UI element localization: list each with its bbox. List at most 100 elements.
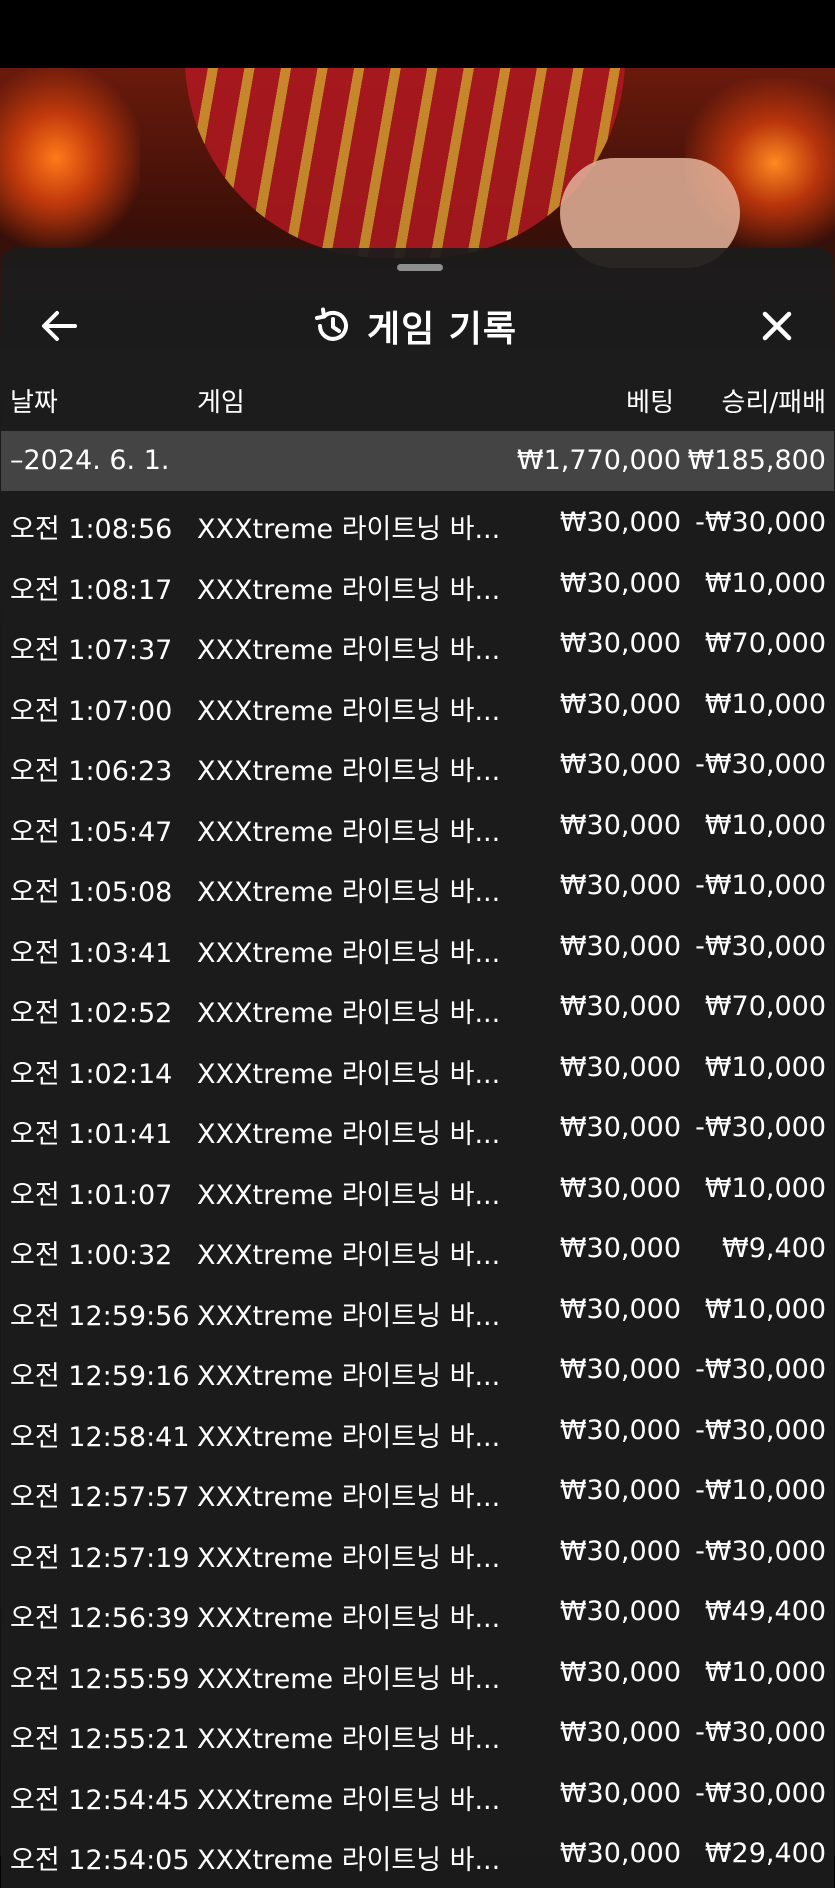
row-bet: ₩30,000 <box>559 1656 681 1688</box>
row-time: 오전 1:03:41 <box>10 937 173 969</box>
date-summary-row[interactable]: –2024. 6. 1. ₩1,770,000 ₩185,800 <box>1 431 834 491</box>
row-bet: ₩30,000 <box>559 809 681 841</box>
table-row[interactable]: 오전 1:01:07 XXXtreme 라이트닝 바... ₩30,000 ₩10,0… <box>1 1160 834 1221</box>
table-row[interactable]: 오전 12:58:41 XXXtreme 라이트닝 바... ₩30,000 -₩30… <box>1 1402 834 1463</box>
column-header-bet: 베팅 <box>626 388 674 418</box>
row-bet: ₩30,000 <box>559 930 681 962</box>
row-game: XXXtreme 라이트닝 바... <box>197 1240 501 1271</box>
row-game: XXXtreme 라이트닝 바... <box>197 1361 501 1392</box>
row-game: XXXtreme 라이트닝 바... <box>197 1300 501 1332</box>
drag-handle[interactable] <box>397 264 443 271</box>
row-game: XXXtreme 라이트닝 바... <box>197 635 501 666</box>
row-bet: ₩30,000 <box>559 1112 681 1143</box>
row-bet: ₩30,000 <box>559 1414 681 1446</box>
row-time: 오전 12:59:16 <box>10 1361 190 1392</box>
row-time: 오전 1:00:32 <box>10 1240 173 1271</box>
row-time: 오전 1:05:08 <box>10 877 173 908</box>
dealer-image <box>185 68 625 258</box>
row-time: 오전 1:07:37 <box>10 635 173 666</box>
history-list: 오전 1:08:56 XXXtreme 라이트닝 바... ₩30,000 -₩30,… <box>1 494 834 1886</box>
row-bet: ₩30,000 <box>559 1293 681 1325</box>
title-group: 게임 기록 <box>311 302 517 350</box>
table-row[interactable]: 오전 12:55:59 XXXtreme 라이트닝 바... ₩30,000 ₩10,… <box>1 1644 834 1705</box>
table-row[interactable]: 오전 1:02:14 XXXtreme 라이트닝 바... ₩30,000 ₩10,0… <box>1 1039 834 1100</box>
row-game: XXXtreme 라이트닝 바... <box>197 1421 501 1453</box>
table-row[interactable]: 오전 1:08:17 XXXtreme 라이트닝 바... ₩30,000 ₩10,0… <box>1 555 834 616</box>
table-row[interactable]: 오전 1:08:56 XXXtreme 라이트닝 바... ₩30,000 -₩30,… <box>1 494 834 555</box>
row-game: XXXtreme 라이트닝 바... <box>197 1784 501 1816</box>
row-game: XXXtreme 라이트닝 바... <box>197 877 501 908</box>
row-time: 오전 1:01:41 <box>10 1119 173 1150</box>
row-time: 오전 12:54:05 <box>10 1845 190 1876</box>
row-game: XXXtreme 라이트닝 바... <box>197 1119 501 1150</box>
row-game: XXXtreme 라이트닝 바... <box>197 937 501 969</box>
table-row[interactable]: 오전 12:57:57 XXXtreme 라이트닝 바... ₩30,000 -₩10… <box>1 1462 834 1523</box>
row-result: ₩70,000 <box>704 628 826 659</box>
row-bet: ₩30,000 <box>559 1051 681 1083</box>
table-row[interactable]: 오전 12:56:39 XXXtreme 라이트닝 바... ₩30,000 ₩49,… <box>1 1583 834 1644</box>
row-result: -₩30,000 <box>695 1354 826 1385</box>
row-time: 오전 1:05:47 <box>10 816 173 848</box>
row-bet: ₩30,000 <box>559 507 681 538</box>
row-time: 오전 1:02:52 <box>10 998 173 1029</box>
row-result: ₩10,000 <box>704 1172 826 1204</box>
row-result: ₩10,000 <box>704 567 826 599</box>
row-time: 오전 12:57:19 <box>10 1542 190 1574</box>
row-game: XXXtreme 라이트닝 바... <box>197 1724 501 1755</box>
row-game: XXXtreme 라이트닝 바... <box>197 998 501 1029</box>
row-game: XXXtreme 라이트닝 바... <box>197 1542 501 1574</box>
row-time: 오전 1:08:56 <box>10 514 173 545</box>
table-row[interactable]: 오전 1:07:00 XXXtreme 라이트닝 바... ₩30,000 ₩10,0… <box>1 676 834 737</box>
table-row[interactable]: 오전 12:59:16 XXXtreme 라이트닝 바... ₩30,000 -₩30… <box>1 1341 834 1402</box>
row-bet: ₩30,000 <box>559 688 681 720</box>
row-bet: ₩30,000 <box>559 567 681 599</box>
table-row[interactable]: 오전 1:00:32 XXXtreme 라이트닝 바... ₩30,000 ₩9,40… <box>1 1220 834 1281</box>
row-time: 오전 12:58:41 <box>10 1421 190 1453</box>
row-time: 오전 1:01:07 <box>10 1179 173 1211</box>
table-row[interactable]: 오전 1:03:41 XXXtreme 라이트닝 바... ₩30,000 -₩30,… <box>1 918 834 979</box>
table-row[interactable]: 오전 12:54:05 XXXtreme 라이트닝 바... ₩30,000 ₩29,… <box>1 1825 834 1886</box>
back-button[interactable] <box>35 302 83 350</box>
row-time: 오전 1:02:14 <box>10 1058 173 1090</box>
table-row[interactable]: 오전 1:07:37 XXXtreme 라이트닝 바... ₩30,000 ₩70,0… <box>1 615 834 676</box>
row-bet: ₩30,000 <box>559 1717 681 1748</box>
table-row[interactable]: 오전 12:55:21 XXXtreme 라이트닝 바... ₩30,000 -₩30… <box>1 1704 834 1765</box>
table-row[interactable]: 오전 12:59:56 XXXtreme 라이트닝 바... ₩30,000 ₩10,… <box>1 1281 834 1342</box>
row-time: 오전 12:56:39 <box>10 1603 190 1634</box>
summary-date: –2024. 6. 1. <box>10 445 170 476</box>
row-bet: ₩30,000 <box>559 628 681 659</box>
row-result: -₩30,000 <box>695 1717 826 1748</box>
row-bet: ₩30,000 <box>559 870 681 901</box>
row-result: -₩30,000 <box>695 1535 826 1567</box>
status-bar <box>0 0 835 68</box>
row-time: 오전 12:54:45 <box>10 1784 190 1816</box>
row-time: 오전 12:55:59 <box>10 1663 190 1695</box>
row-result: -₩10,000 <box>695 870 826 901</box>
table-row[interactable]: 오전 1:02:52 XXXtreme 라이트닝 바... ₩30,000 ₩70,0… <box>1 978 834 1039</box>
row-time: 오전 12:55:21 <box>10 1724 190 1755</box>
table-row[interactable]: 오전 1:05:47 XXXtreme 라이트닝 바... ₩30,000 ₩10,0… <box>1 797 834 858</box>
row-bet: ₩30,000 <box>559 1233 681 1264</box>
row-game: XXXtreme 라이트닝 바... <box>197 1845 501 1876</box>
row-bet: ₩30,000 <box>559 1777 681 1809</box>
row-bet: ₩30,000 <box>559 991 681 1022</box>
row-time: 오전 1:08:17 <box>10 574 173 606</box>
table-row[interactable]: 오전 1:05:08 XXXtreme 라이트닝 바... ₩30,000 -₩10,… <box>1 857 834 918</box>
table-row[interactable]: 오전 1:06:23 XXXtreme 라이트닝 바... ₩30,000 -₩30,… <box>1 736 834 797</box>
row-time: 오전 1:07:00 <box>10 695 173 727</box>
row-bet: ₩30,000 <box>559 1172 681 1204</box>
table-row[interactable]: 오전 1:01:41 XXXtreme 라이트닝 바... ₩30,000 -₩30,… <box>1 1099 834 1160</box>
table-row[interactable]: 오전 12:54:45 XXXtreme 라이트닝 바... ₩30,000 -₩30… <box>1 1765 834 1826</box>
row-game: XXXtreme 라이트닝 바... <box>197 816 501 848</box>
row-game: XXXtreme 라이트닝 바... <box>197 574 501 606</box>
row-bet: ₩30,000 <box>559 1475 681 1506</box>
row-game: XXXtreme 라이트닝 바... <box>197 695 501 727</box>
row-result: -₩30,000 <box>695 930 826 962</box>
row-bet: ₩30,000 <box>559 749 681 780</box>
row-game: XXXtreme 라이트닝 바... <box>197 1482 501 1513</box>
row-game: XXXtreme 라이트닝 바... <box>197 756 501 787</box>
fireplace-left <box>0 68 140 248</box>
close-button[interactable] <box>753 302 801 350</box>
table-row[interactable]: 오전 12:57:19 XXXtreme 라이트닝 바... ₩30,000 -₩30… <box>1 1523 834 1584</box>
column-header-date: 날짜 <box>10 388 58 418</box>
